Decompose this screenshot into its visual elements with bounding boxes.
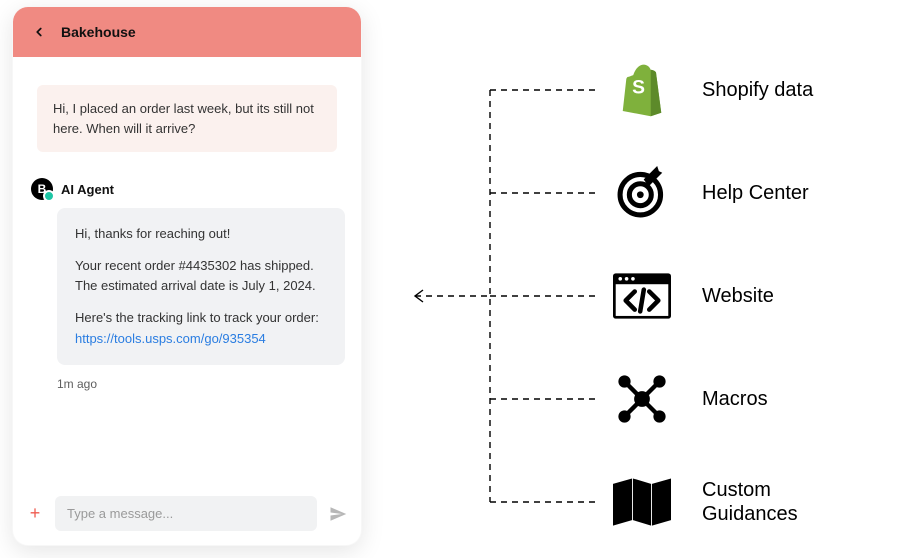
agent-text: Here's the tracking link to track your o… <box>75 310 319 325</box>
source-label: Website <box>702 284 774 308</box>
source-help-center: Help Center <box>610 161 809 225</box>
agent-block: B AI Agent Hi, thanks for reaching out! … <box>29 178 345 391</box>
agent-message-bubble: Hi, thanks for reaching out! Your recent… <box>57 208 345 365</box>
map-icon <box>610 470 674 534</box>
source-guidances: Custom Guidances <box>610 470 862 534</box>
agent-paragraph: Hi, thanks for reaching out! <box>75 224 327 244</box>
user-message-bubble: Hi, I placed an order last week, but its… <box>37 85 337 152</box>
attach-button[interactable]: + <box>25 503 45 524</box>
back-icon[interactable] <box>29 22 49 42</box>
source-label: Help Center <box>702 181 809 205</box>
source-label: Macros <box>702 387 768 411</box>
shopify-icon: S <box>610 58 674 122</box>
chat-body: Hi, I placed an order last week, but its… <box>13 57 361 486</box>
message-timestamp: 1m ago <box>57 377 345 391</box>
agent-header: B AI Agent <box>29 178 345 200</box>
agent-paragraph: Your recent order #4435302 has shipped. … <box>75 256 327 296</box>
target-icon <box>610 161 674 225</box>
source-label: Shopify data <box>702 78 813 102</box>
agent-paragraph: Here's the tracking link to track your o… <box>75 308 327 348</box>
agent-name-label: AI Agent <box>61 182 114 197</box>
brand-name: Bakehouse <box>61 24 136 40</box>
send-icon[interactable] <box>327 505 349 523</box>
chat-widget: Bakehouse Hi, I placed an order last wee… <box>12 6 362 546</box>
tracking-link[interactable]: https://tools.usps.com/go/935354 <box>75 331 266 346</box>
network-icon <box>610 367 674 431</box>
code-window-icon <box>610 264 674 328</box>
source-macros: Macros <box>610 367 768 431</box>
message-input[interactable] <box>55 496 317 531</box>
chat-input-row: + <box>13 486 361 545</box>
source-shopify: S Shopify data <box>610 58 813 122</box>
agent-avatar: B <box>31 178 53 200</box>
source-label: Custom Guidances <box>702 478 862 526</box>
chat-header: Bakehouse <box>13 7 361 57</box>
svg-text:S: S <box>632 78 645 99</box>
source-website: Website <box>610 264 774 328</box>
